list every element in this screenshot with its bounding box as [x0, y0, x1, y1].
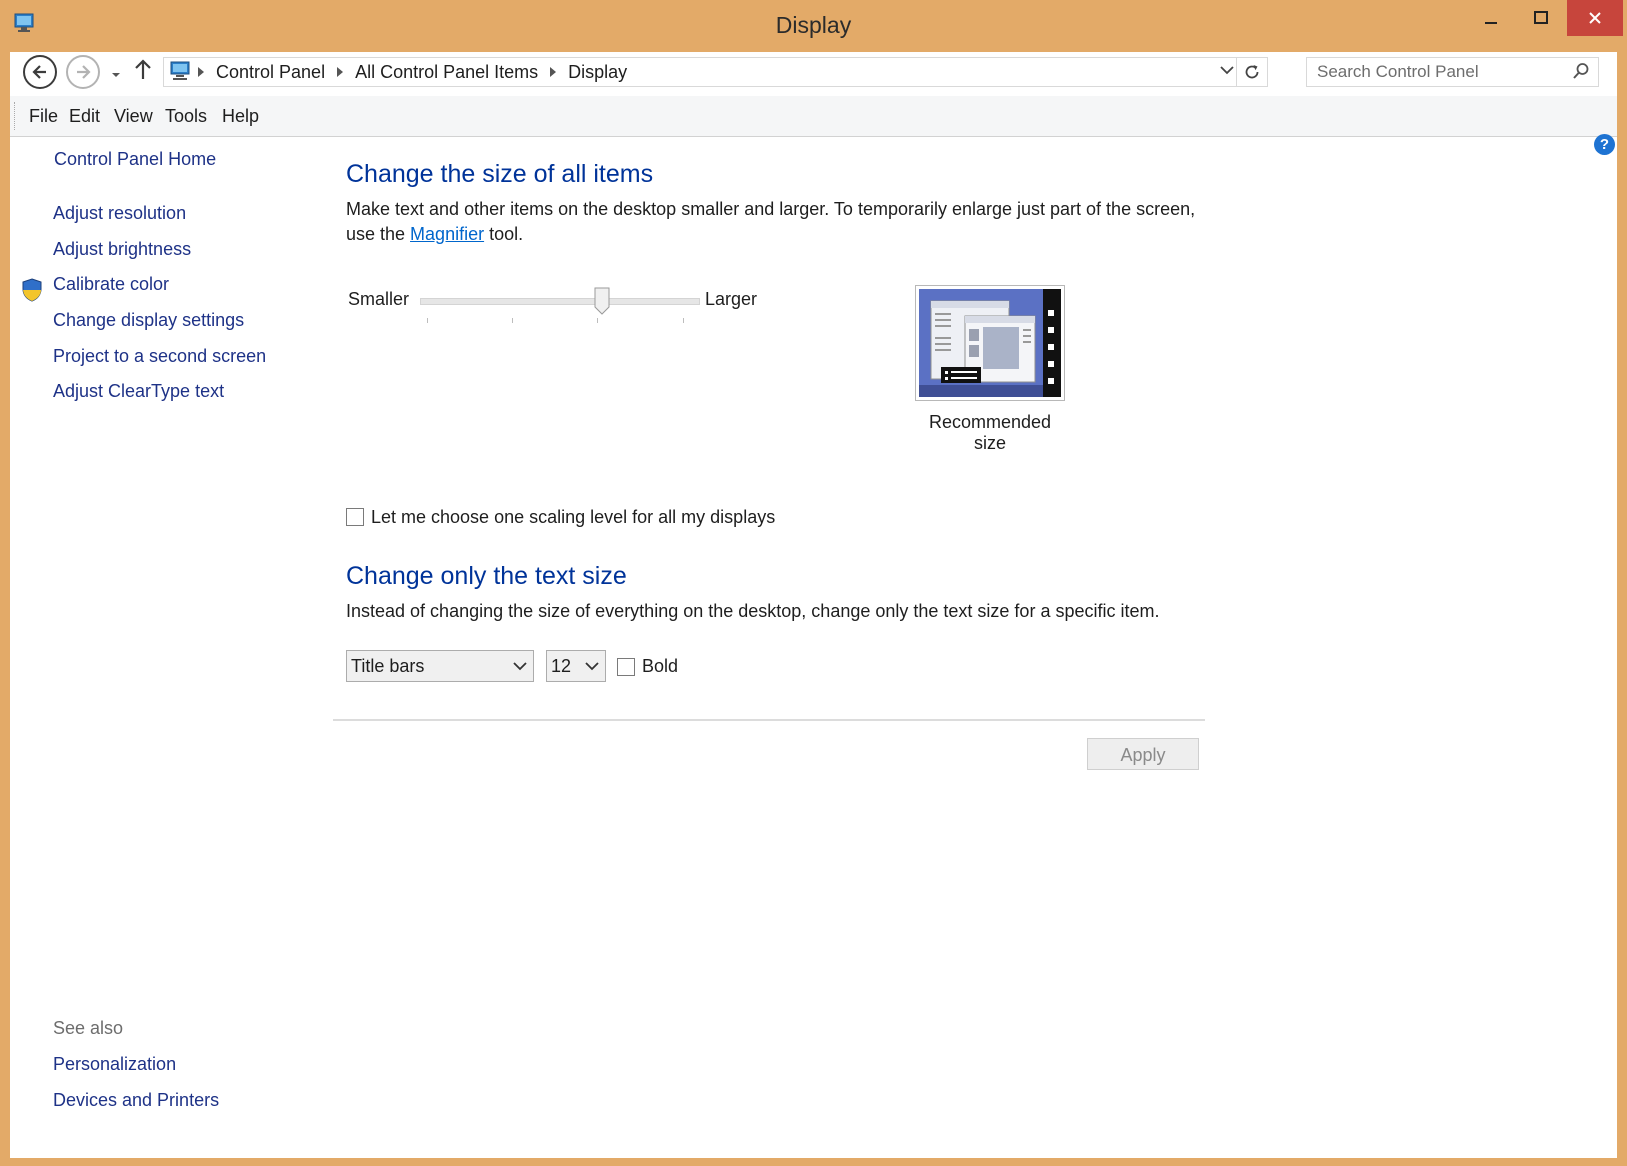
search-icon[interactable]	[1572, 62, 1590, 85]
up-button[interactable]	[134, 58, 152, 85]
chevron-down-icon	[585, 662, 599, 671]
refresh-icon	[1245, 65, 1259, 79]
size-slider-thumb[interactable]	[594, 287, 610, 320]
menu-view[interactable]: View	[114, 96, 153, 136]
sidebar-item-personalization[interactable]: Personalization	[53, 1054, 176, 1075]
breadcrumb-separator-icon[interactable]	[198, 67, 204, 77]
maximize-button[interactable]	[1517, 0, 1565, 36]
text-section-heading: Change only the text size	[346, 562, 627, 590]
slider-max-label: Larger	[705, 289, 758, 309]
address-history-button[interactable]	[1219, 62, 1235, 83]
sidebar-item-devices-printers[interactable]: Devices and Printers	[53, 1090, 219, 1111]
apply-button[interactable]: Apply	[1087, 738, 1199, 770]
sidebar-item-adjust-cleartype[interactable]: Adjust ClearType text	[53, 381, 224, 402]
search-input[interactable]	[1317, 59, 1557, 85]
text-size-select[interactable]: 12	[546, 650, 606, 682]
uac-shield-icon	[21, 278, 43, 307]
slider-tick	[427, 318, 428, 323]
forward-arrow-icon	[77, 65, 91, 79]
size-description-suffix: tool.	[484, 224, 524, 244]
see-also-heading: See also	[53, 1018, 124, 1038]
menu-bar: File Edit View Tools Help	[10, 96, 1617, 137]
search-box[interactable]	[1306, 57, 1599, 87]
breadcrumb-control-panel[interactable]: Control Panel	[216, 62, 325, 83]
recent-locations-button[interactable]	[111, 66, 121, 84]
refresh-button[interactable]	[1236, 58, 1267, 86]
toolbar-grip[interactable]	[14, 102, 17, 130]
bold-label[interactable]: Bold	[642, 656, 678, 677]
slider-tick	[512, 318, 513, 323]
text-size-value: 12	[551, 656, 572, 676]
size-description-line2: use the Magnifier tool.	[346, 222, 1196, 247]
sidebar-item-calibrate-color[interactable]: Calibrate color	[53, 274, 169, 295]
size-slider-track[interactable]	[420, 298, 700, 305]
size-description-line1: Make text and other items on the desktop…	[346, 199, 1196, 219]
scaling-level-label[interactable]: Let me choose one scaling level for all …	[371, 507, 775, 528]
text-section-description: Instead of changing the size of everythi…	[346, 601, 1160, 621]
window-client: Control Panel All Control Panel Items Di…	[10, 52, 1617, 1158]
recommended-size-preview	[915, 285, 1065, 401]
back-button[interactable]	[23, 55, 57, 89]
sidebar-item-adjust-resolution[interactable]: Adjust resolution	[53, 203, 186, 224]
menu-help[interactable]: Help	[222, 96, 259, 136]
back-arrow-icon	[32, 65, 46, 79]
address-field[interactable]: Control Panel All Control Panel Items Di…	[163, 57, 1268, 87]
chevron-down-icon	[112, 73, 120, 77]
address-toolbar: Control Panel All Control Panel Items Di…	[10, 52, 1617, 96]
sidebar-item-project-second-screen[interactable]: Project to a second screen	[53, 346, 266, 367]
help-icon[interactable]: ?	[1594, 134, 1615, 155]
window-frame: Display Control Panel All Control Panel …	[0, 0, 1627, 1166]
title-bar[interactable]: Display	[0, 0, 1627, 52]
forward-button[interactable]	[66, 55, 100, 89]
maximize-icon	[1534, 11, 1548, 24]
menu-edit[interactable]: Edit	[69, 96, 100, 136]
control-panel-location-icon	[170, 61, 192, 86]
section-divider	[333, 719, 1205, 721]
slider-tick	[597, 318, 598, 323]
chevron-down-icon	[513, 662, 527, 671]
scaling-level-checkbox[interactable]	[346, 508, 364, 526]
breadcrumb-separator-icon[interactable]	[337, 67, 344, 77]
slider-min-label: Smaller	[348, 289, 410, 309]
breadcrumb-separator-icon[interactable]	[550, 67, 557, 77]
menu-tools[interactable]: Tools	[165, 96, 207, 136]
slider-tick	[683, 318, 684, 323]
text-item-select[interactable]: Title bars	[346, 650, 534, 682]
breadcrumb-display[interactable]: Display	[568, 62, 627, 83]
sidebar-item-control-panel-home[interactable]: Control Panel Home	[54, 149, 216, 170]
size-description-prefix: use the	[346, 224, 411, 244]
text-item-value: Title bars	[351, 656, 425, 676]
chevron-down-icon	[1220, 66, 1234, 75]
magnifier-link[interactable]: Magnifier	[410, 224, 484, 244]
window-title: Display	[775, 12, 852, 38]
menu-file[interactable]: File	[29, 96, 58, 136]
sidebar-item-adjust-brightness[interactable]: Adjust brightness	[53, 239, 191, 260]
size-section-heading: Change the size of all items	[346, 160, 654, 188]
minimize-button[interactable]	[1467, 0, 1515, 36]
breadcrumb: Control Panel All Control Panel Items Di…	[198, 58, 627, 86]
preview-caption: Recommended size	[928, 412, 1052, 453]
close-icon	[1589, 12, 1601, 24]
close-button[interactable]	[1567, 0, 1623, 36]
minimize-icon	[1485, 22, 1497, 24]
sidebar-item-change-display-settings[interactable]: Change display settings	[53, 310, 244, 331]
size-section-description: Make text and other items on the desktop…	[346, 197, 1196, 247]
bold-checkbox[interactable]	[617, 658, 635, 676]
breadcrumb-all-control-panel-items[interactable]: All Control Panel Items	[355, 62, 538, 83]
up-arrow-icon	[135, 59, 151, 79]
